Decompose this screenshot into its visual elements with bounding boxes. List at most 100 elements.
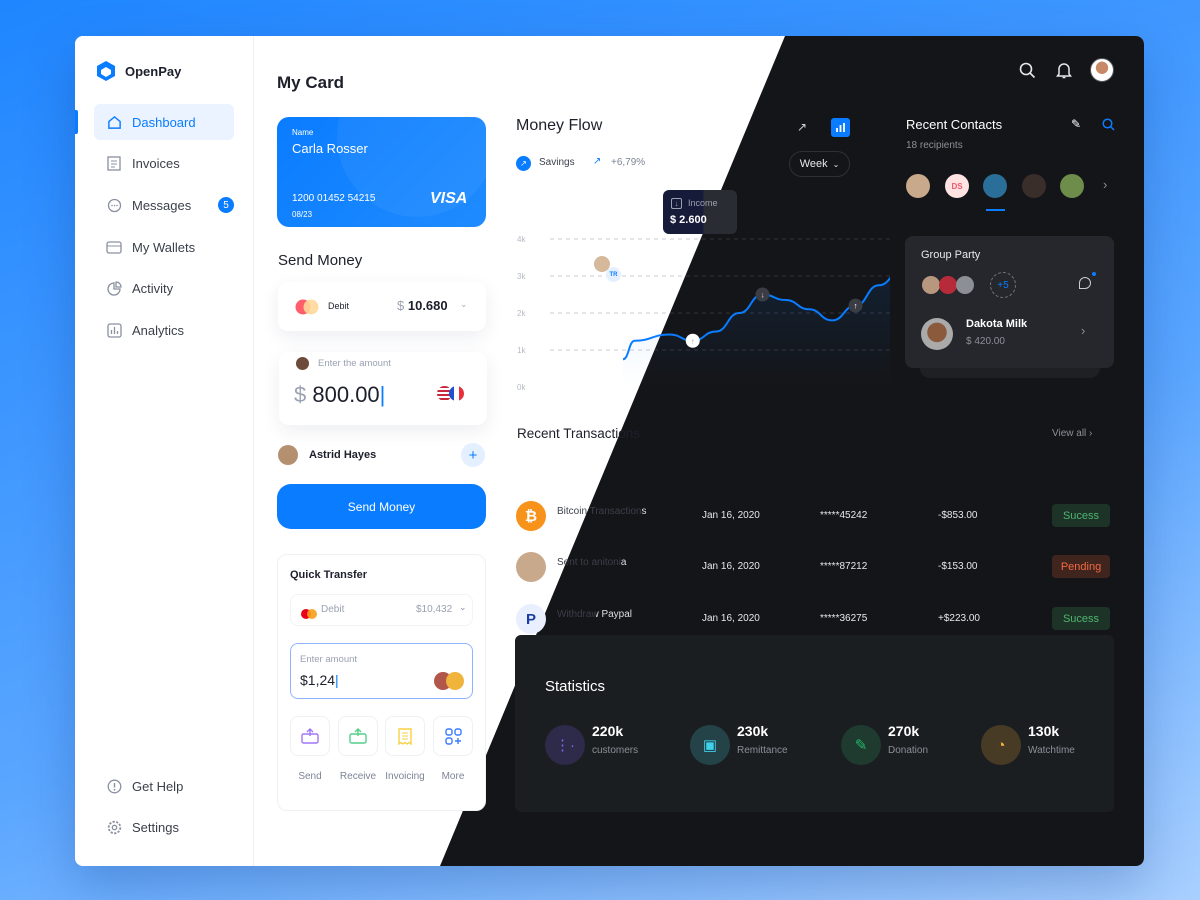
add-recipient-button[interactable]: + [461,443,485,467]
account-type: Debit [328,301,350,311]
sidebar-item-get-help[interactable]: Get Help [94,768,234,804]
sidebar-item-messages[interactable]: Messages 5 [94,187,234,223]
chat-icon[interactable] [1079,277,1091,289]
more-members-badge[interactable]: +5 [990,272,1016,298]
sidebar-item-label: Invoices [132,155,180,171]
stat-value: 230k [737,723,769,739]
sidebar-item-my-wallets[interactable]: My Wallets [94,229,234,265]
search-icon[interactable] [1019,62,1036,84]
my-card-title: My Card [277,73,345,92]
sidebar-item-activity[interactable]: Activity [94,270,234,306]
wallet-icon [106,239,122,255]
selected-contact-indicator [986,209,1005,211]
chevron-right-icon[interactable]: › [1103,177,1107,192]
transaction-name: Bitcoin Transactions [557,506,647,517]
sidebar-item-dashboard[interactable]: Dashboard [94,104,234,140]
savings-legend-icon: ↗ [516,156,531,171]
contact-avatar [921,318,953,350]
account-select[interactable]: Debit $ 10.680 ⌄ [278,282,486,331]
contact-avatar[interactable] [1022,174,1046,198]
transaction-date: Jan 16, 2020 [702,561,760,572]
brand-name: OpenPay [125,64,182,79]
tooltip-value: $ 2.600 [670,214,707,226]
contact-avatar[interactable] [1060,174,1084,198]
stat-icon: ▣ [690,725,730,765]
avatar [516,552,546,582]
account-balance: 10.680 [407,298,448,313]
sidebar-item-settings[interactable]: Settings [94,809,234,845]
sidebar-item-label: Activity [132,280,174,296]
sidebar-item-invoices[interactable]: Invoices [94,145,234,181]
receive-action-button[interactable] [338,716,378,756]
amount-label: Enter the amount [318,358,391,369]
recent-contacts-title: Recent Contacts [906,117,1003,132]
member-avatar [956,276,974,294]
more-action-button[interactable] [433,716,473,756]
quick-amount-input[interactable]: Enter amount $1,24| [290,643,473,699]
stat-value: 130k [1028,723,1060,739]
stat-icon: ✎ [841,725,881,765]
transaction-row[interactable]: ₿ Bitcoin Transactions Jan 16, 2020 ****… [516,496,1116,536]
member-avatar [939,276,957,294]
france-flag-icon [449,386,464,401]
transaction-amount: +$223.00 [938,613,980,624]
currency-symbol: $ [397,298,405,313]
card-expiry: 08/23 [292,210,313,219]
search-contacts-icon[interactable] [1102,118,1115,136]
amount-value: $1,24 [300,672,336,688]
invoicing-action-button[interactable] [385,716,425,756]
stat-label: customers [592,745,639,756]
transaction-name: Withdraw Paypal [557,609,633,620]
avatar [446,672,464,690]
chevron-right-icon[interactable]: › [1081,323,1085,338]
edit-icon[interactable]: ✎ [1071,117,1081,131]
statistics-title: Statistics [545,678,606,695]
logo-icon [96,60,116,87]
stat-label: Donation [888,745,929,756]
contact-avatar[interactable] [906,174,930,198]
view-all-link[interactable]: View all › [1052,428,1092,439]
stat-label: Remittance [737,745,788,756]
receive-icon [349,728,367,744]
group-party-card[interactable]: Group Party +5 Dakota Milk $ 420.00 › [905,236,1114,368]
currency-symbol: $ [294,382,307,407]
contact-avatar-initials[interactable]: DS [945,174,969,198]
sidebar-item-label: Dashboard [132,114,196,130]
sidebar: OpenPay Dashboard Invoices Messages 5 My … [75,36,254,866]
transaction-row[interactable]: P Withdraw Paypal Jan 16, 2020 *****3627… [516,599,1116,639]
trend-view-button[interactable]: ↗ [797,120,807,134]
sidebar-item-analytics[interactable]: Analytics [94,312,234,348]
status-badge: Pending [1052,555,1110,578]
sidebar-item-label: Get Help [132,778,184,794]
period-dropdown[interactable]: Week ⌄ [789,151,850,177]
send-label: Send [298,771,322,782]
bar-view-button[interactable] [831,118,850,137]
bell-icon[interactable] [1056,62,1072,84]
transaction-card: *****45242 [820,510,868,521]
unread-badge: 5 [218,197,234,213]
account-balance: $10,432 [416,604,453,615]
quick-account-select[interactable]: Debit $10,432 ⌄ [290,594,473,626]
user-avatar[interactable] [1090,58,1114,82]
credit-card[interactable]: Name Carla Rosser 1200 01452 54215 08/23… [277,117,486,227]
card-number: 1200 01452 54215 [292,193,376,204]
transaction-row[interactable]: Sent to anitonia Jan 16, 2020 *****87212… [516,547,1116,587]
amount-label: Enter amount [300,654,358,665]
quick-transfer-title: Quick Transfer [290,569,368,581]
send-money-button[interactable]: Send Money [277,484,486,529]
stat-value: 270k [888,723,920,739]
send-action-button[interactable] [290,716,330,756]
sidebar-item-label: Analytics [132,322,185,338]
send-money-title: Send Money [278,252,363,269]
chevron-down-icon: ⌄ [460,299,468,309]
area-fill [623,278,890,387]
recipient-avatar [278,445,298,465]
transaction-card: *****36275 [820,613,868,624]
y-tick-label: 1k [517,346,526,355]
notification-dot [1092,272,1096,276]
stat-value: 220k [592,723,624,739]
gear-icon [106,819,122,835]
sidebar-item-label: My Wallets [132,239,196,255]
contact-avatar[interactable] [983,174,1007,198]
amount-input[interactable]: Enter the amount $ 800.00| [279,352,487,425]
